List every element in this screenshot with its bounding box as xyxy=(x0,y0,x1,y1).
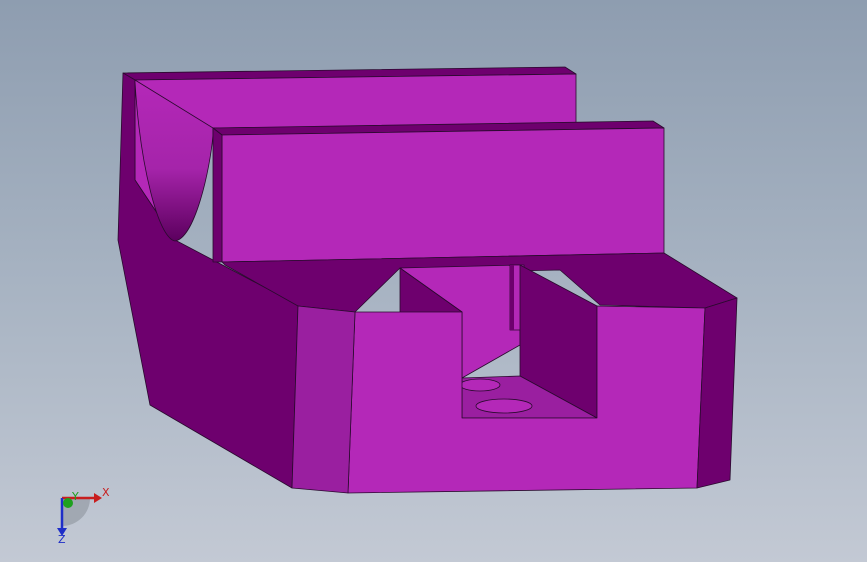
counterbore-hole-1[interactable] xyxy=(459,378,501,392)
x-axis-label: X xyxy=(102,486,110,499)
z-axis-label: Z xyxy=(58,533,66,544)
x-axis-arrow-icon xyxy=(94,493,102,503)
graphics-viewport[interactable]: X Y Z xyxy=(0,0,867,562)
3d-part-model[interactable] xyxy=(0,0,867,562)
counterbore-hole-2[interactable] xyxy=(475,398,533,414)
middle-wall-front-face[interactable] xyxy=(221,127,665,263)
front-left-chamfer-face[interactable] xyxy=(291,305,356,494)
y-axis-label: Y xyxy=(71,490,79,503)
view-orientation-triad[interactable]: X Y Z xyxy=(50,482,120,544)
pin-hole-shadow xyxy=(510,265,514,330)
middle-wall-left-face[interactable] xyxy=(212,127,223,263)
